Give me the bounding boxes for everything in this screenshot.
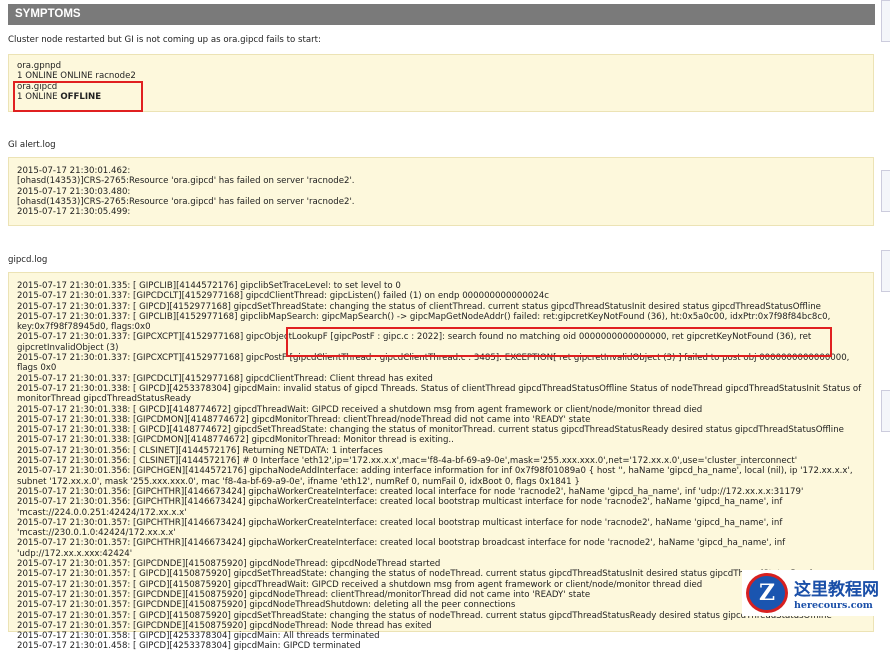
resource-status-box: ora.gpnpd 1 ONLINE ONLINE racnode2 ora.g… bbox=[8, 54, 874, 112]
log-line: 2015-07-17 21:30:01.338: [ GIPCD][414877… bbox=[17, 404, 703, 415]
side-widget[interactable] bbox=[881, 0, 890, 42]
log-line: [ohasd(14353)]CRS-2765:Resource 'ora.gip… bbox=[17, 196, 355, 207]
log-line: 2015-07-17 21:30:01.356: [GIPCHTHR][4146… bbox=[17, 486, 804, 497]
log-line: 2015-07-17 21:30:01.338: [GIPCDMON][4148… bbox=[17, 435, 454, 446]
log-line: 2015-07-17 21:30:01.337: [ GIPCLIB][4152… bbox=[17, 311, 831, 333]
log-line: 2015-07-17 21:30:05.499: bbox=[17, 207, 131, 218]
log-line: 2015-07-17 21:30:01.357: [GIPCDNDE][4150… bbox=[17, 620, 432, 631]
log-line: 2015-07-17 21:30:03.480: bbox=[17, 186, 131, 197]
side-widget[interactable] bbox=[881, 170, 890, 212]
gipcd-log-label: gipcd.log bbox=[8, 255, 48, 265]
log-line: 2015-07-17 21:30:01.337: [GIPCXCPT][4152… bbox=[17, 353, 850, 374]
log-line: 2015-07-17 21:30:01.357: [ GIPCD][415087… bbox=[17, 569, 818, 580]
section-title: SYMPTOMS bbox=[8, 4, 875, 25]
log-line: 2015-07-17 21:30:01.462: bbox=[17, 166, 131, 176]
log-line: 2015-07-17 21:30:01.335: [ GIPCLIB][4144… bbox=[17, 281, 401, 291]
log-line: 2015-07-17 21:30:01.337: [GIPCXCPT][4152… bbox=[17, 332, 812, 353]
log-line: 2015-07-17 21:30:01.337: [ GIPCD][415297… bbox=[17, 301, 821, 312]
side-widget[interactable] bbox=[881, 250, 890, 292]
log-line: 2015-07-17 21:30:01.338: [GIPCDMON][4148… bbox=[17, 414, 591, 425]
log-line: 2015-07-17 21:30:01.356: [GIPCHTHR][4146… bbox=[17, 497, 783, 518]
log-line: 2015-07-17 21:30:01.356: [GIPCHGEN][4144… bbox=[17, 466, 853, 487]
log-line: 2015-07-17 21:30:01.357: [GIPCDNDE][4150… bbox=[17, 589, 591, 600]
intro-text: Cluster node restarted but GI is not com… bbox=[8, 35, 321, 45]
logo-icon: Z bbox=[746, 573, 788, 613]
log-line: 2015-07-17 21:30:01.357: [GIPCHTHR][4146… bbox=[17, 517, 783, 539]
resource-name: ora.gipcd bbox=[17, 81, 58, 92]
resource-row: 1 ONLINE bbox=[17, 91, 61, 102]
side-widget[interactable] bbox=[881, 390, 890, 432]
log-line: 2015-07-17 21:30:01.357: [GIPCDNDE][4150… bbox=[17, 559, 441, 570]
log-line: 2015-07-17 21:30:01.338: [ GIPCD][414877… bbox=[17, 425, 844, 436]
log-line: 2015-07-17 21:30:01.458: [ GIPCD][425337… bbox=[17, 641, 361, 652]
log-line: 2015-07-17 21:30:01.356: [ CLSINET][4144… bbox=[17, 456, 798, 467]
resource-name: ora.gpnpd bbox=[17, 61, 62, 71]
watermark-logo: Z 这里教程网 herecours.com bbox=[742, 570, 890, 616]
log-line: 2015-07-17 21:30:01.337: [GIPCDCLT][4152… bbox=[17, 291, 549, 302]
watermark-url: herecours.com bbox=[794, 600, 873, 611]
log-line: 2015-07-17 21:30:01.357: [GIPCHTHR][4146… bbox=[17, 538, 786, 559]
log-line: 2015-07-17 21:30:01.338: [ GIPCD][425337… bbox=[17, 383, 862, 405]
log-line: [ohasd(14353)]CRS-2765:Resource 'ora.gip… bbox=[17, 176, 355, 187]
watermark-title: 这里教程网 bbox=[794, 580, 879, 600]
log-line: 2015-07-17 21:30:01.357: [ GIPCD][415087… bbox=[17, 579, 703, 590]
status-offline: OFFLINE bbox=[60, 91, 102, 102]
log-line: 2015-07-17 21:30:01.337: [GIPCDCLT][4152… bbox=[17, 373, 433, 384]
alert-log-box: 2015-07-17 21:30:01.462: [ohasd(14353)]C… bbox=[8, 157, 874, 226]
log-line: 2015-07-17 21:30:01.358: [ GIPCD][425337… bbox=[17, 631, 380, 642]
alert-log-label: GI alert.log bbox=[8, 140, 56, 150]
resource-row: 1 ONLINE ONLINE racnode2 bbox=[17, 71, 136, 82]
log-line: 2015-07-17 21:30:01.357: [GIPCDNDE][4150… bbox=[17, 600, 516, 611]
log-line: 2015-07-17 21:30:01.356: [ CLSINET][4144… bbox=[17, 445, 383, 456]
